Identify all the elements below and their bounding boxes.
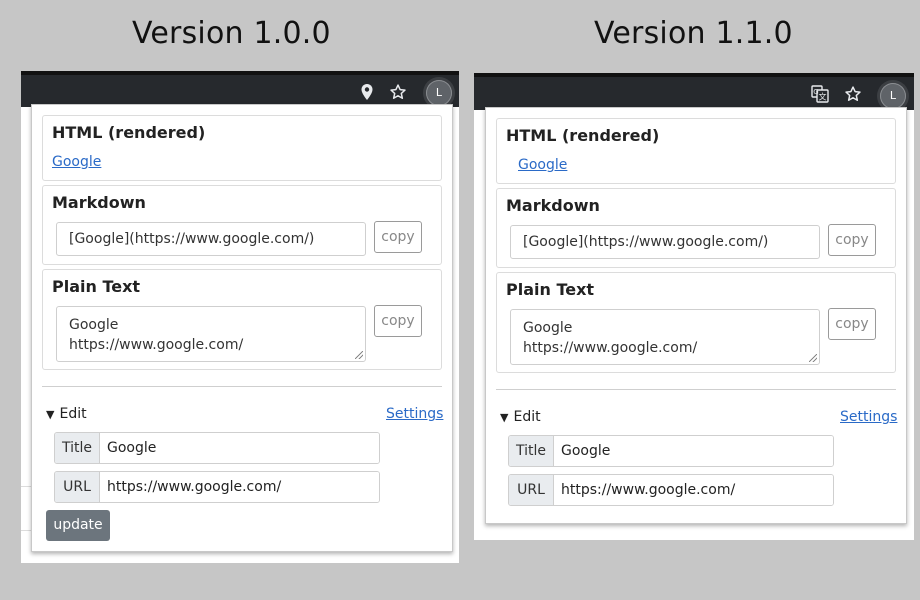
extension-popup-right: HTML (rendered) Google Markdown [Google]… <box>485 107 907 524</box>
edit-label: Edit <box>513 409 541 425</box>
title-input[interactable]: Google <box>100 433 379 463</box>
location-pin-icon[interactable] <box>357 83 377 106</box>
divider <box>42 386 442 387</box>
html-rendered-card: HTML (rendered) Google <box>496 118 896 184</box>
markdown-field[interactable]: [Google](https://www.google.com/) <box>510 225 820 259</box>
rendered-link[interactable]: Google <box>518 157 567 173</box>
svg-text:文: 文 <box>819 92 827 102</box>
card-title: HTML (rendered) <box>52 123 206 142</box>
html-rendered-card: HTML (rendered) Google <box>42 115 442 181</box>
card-title: Plain Text <box>506 280 595 299</box>
copy-markdown-button[interactable]: copy <box>374 221 422 253</box>
edit-toggle[interactable]: ▼ Edit <box>500 409 541 425</box>
url-label: URL <box>509 475 554 505</box>
title-label: Title <box>55 433 100 463</box>
plain-text-card: Plain Text Google https://www.google.com… <box>42 269 442 370</box>
edit-label: Edit <box>59 406 87 422</box>
settings-link[interactable]: Settings <box>386 406 443 422</box>
markdown-field[interactable]: [Google](https://www.google.com/) <box>56 222 366 256</box>
star-icon[interactable] <box>843 85 863 108</box>
avatar[interactable]: L <box>426 80 452 106</box>
url-input-group: URL https://www.google.com/ <box>54 471 380 503</box>
copy-markdown-button[interactable]: copy <box>828 224 876 256</box>
star-icon[interactable] <box>388 83 408 106</box>
card-title: Markdown <box>52 193 146 212</box>
card-title: Plain Text <box>52 277 141 296</box>
version-title-left: Version 1.0.0 <box>132 16 331 51</box>
update-button[interactable]: update <box>46 510 110 541</box>
resize-grip-icon[interactable] <box>355 351 363 359</box>
plain-text-field[interactable]: Google https://www.google.com/ <box>56 306 366 362</box>
divider <box>496 389 896 390</box>
plain-text-field[interactable]: Google https://www.google.com/ <box>510 309 820 365</box>
plain-text-value: Google https://www.google.com/ <box>523 320 698 356</box>
markdown-card: Markdown [Google](https://www.google.com… <box>496 188 896 268</box>
title-input-group: Title Google <box>54 432 380 464</box>
avatar[interactable]: L <box>880 83 906 109</box>
svg-text:G: G <box>813 88 818 96</box>
title-input[interactable]: Google <box>554 436 833 466</box>
edit-toggle[interactable]: ▼ Edit <box>46 406 87 422</box>
copy-plain-text-button[interactable]: copy <box>374 305 422 337</box>
plain-text-card: Plain Text Google https://www.google.com… <box>496 272 896 373</box>
url-label: URL <box>55 472 100 502</box>
plain-text-value: Google https://www.google.com/ <box>69 317 244 353</box>
browser-toolbar: L <box>21 71 459 109</box>
triangle-down-icon: ▼ <box>500 411 509 424</box>
title-input-group: Title Google <box>508 435 834 467</box>
title-label: Title <box>509 436 554 466</box>
copy-plain-text-button[interactable]: copy <box>828 308 876 340</box>
translate-icon[interactable]: 文G <box>810 85 830 108</box>
version-title-right: Version 1.1.0 <box>594 16 793 51</box>
resize-grip-icon[interactable] <box>809 354 817 362</box>
browser-toolbar: 文G L <box>474 73 914 112</box>
extension-popup-left: HTML (rendered) Google Markdown [Google]… <box>31 104 453 552</box>
url-input-group: URL https://www.google.com/ <box>508 474 834 506</box>
url-input[interactable]: https://www.google.com/ <box>100 472 379 502</box>
settings-link[interactable]: Settings <box>840 409 897 425</box>
rendered-link[interactable]: Google <box>52 154 101 170</box>
triangle-down-icon: ▼ <box>46 408 55 421</box>
card-title: HTML (rendered) <box>506 126 660 145</box>
markdown-card: Markdown [Google](https://www.google.com… <box>42 185 442 265</box>
card-title: Markdown <box>506 196 600 215</box>
url-input[interactable]: https://www.google.com/ <box>554 475 833 505</box>
